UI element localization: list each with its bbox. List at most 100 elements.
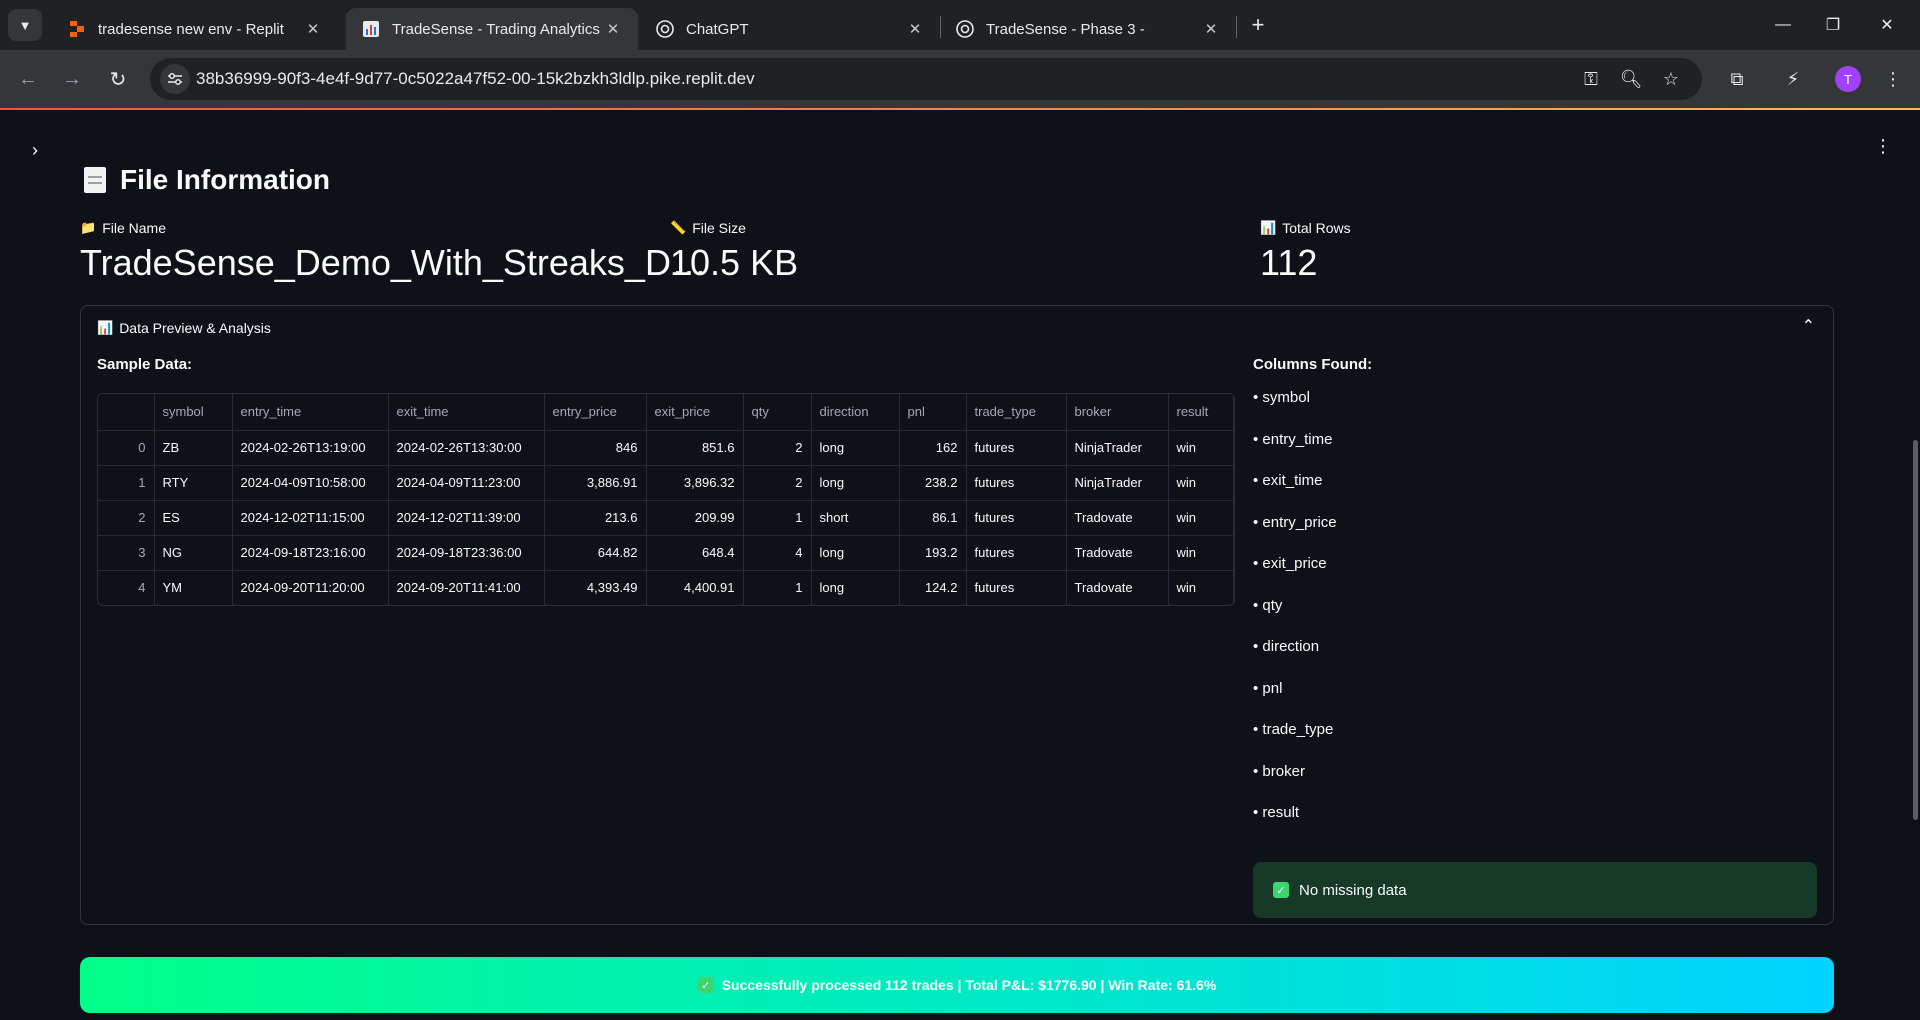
app-menu-button[interactable]: ⋮ bbox=[1874, 136, 1892, 157]
table-cell[interactable]: 1 bbox=[743, 500, 812, 536]
table-cell[interactable]: 846 bbox=[544, 430, 647, 466]
table-cell[interactable]: 2024-09-20T11:41:00 bbox=[388, 570, 545, 605]
table-cell[interactable]: 4,400.91 bbox=[646, 570, 744, 605]
table-cell[interactable]: 2024-02-26T13:19:00 bbox=[232, 430, 389, 466]
table-cell[interactable]: 209.99 bbox=[646, 500, 744, 536]
table-cell[interactable]: 2024-09-18T23:16:00 bbox=[232, 535, 389, 571]
column-header[interactable]: direction bbox=[811, 394, 900, 431]
extensions-icon[interactable]: ⧉ bbox=[1722, 64, 1752, 94]
password-key-icon[interactable]: ⚿ bbox=[1578, 67, 1604, 91]
table-cell[interactable]: long bbox=[811, 465, 900, 501]
chevron-up-icon[interactable]: ⌃ bbox=[1802, 316, 1815, 336]
table-cell[interactable]: Tradovate bbox=[1066, 570, 1169, 605]
table-cell[interactable]: win bbox=[1168, 535, 1234, 571]
table-cell[interactable]: 644.82 bbox=[544, 535, 647, 571]
table-cell[interactable]: 193.2 bbox=[899, 535, 967, 571]
table-cell[interactable]: 213.6 bbox=[544, 500, 647, 536]
table-cell[interactable]: Tradovate bbox=[1066, 535, 1169, 571]
zoom-icon[interactable]: 🔍︎ bbox=[1618, 67, 1644, 91]
table-cell[interactable]: 2024-12-02T11:39:00 bbox=[388, 500, 545, 536]
column-header[interactable]: exit_price bbox=[646, 394, 744, 431]
table-cell[interactable]: short bbox=[811, 500, 900, 536]
close-tab-icon[interactable]: ✕ bbox=[602, 18, 624, 40]
table-cell[interactable]: NinjaTrader bbox=[1066, 465, 1169, 501]
new-tab-button[interactable]: + bbox=[1245, 12, 1271, 38]
table-cell[interactable]: 2024-09-20T11:20:00 bbox=[232, 570, 389, 605]
row-index[interactable]: 0 bbox=[98, 430, 155, 466]
table-cell[interactable]: win bbox=[1168, 500, 1234, 536]
close-window-button[interactable]: ✕ bbox=[1864, 10, 1910, 40]
profile-avatar[interactable]: T bbox=[1835, 66, 1861, 92]
table-cell[interactable]: win bbox=[1168, 430, 1234, 466]
table-cell[interactable]: 2024-02-26T13:30:00 bbox=[388, 430, 545, 466]
table-cell[interactable]: 4 bbox=[743, 535, 812, 571]
table-cell[interactable]: futures bbox=[966, 535, 1067, 571]
table-cell[interactable]: ZB bbox=[154, 430, 233, 466]
column-header[interactable]: entry_time bbox=[232, 394, 389, 431]
table-cell[interactable]: 2 bbox=[743, 465, 812, 501]
column-header[interactable]: pnl bbox=[899, 394, 967, 431]
column-header[interactable]: broker bbox=[1066, 394, 1169, 431]
tab-replit[interactable]: tradesense new env - Replit ✕ bbox=[52, 8, 338, 50]
expander-header[interactable]: 📊 Data Preview & Analysis bbox=[97, 320, 271, 336]
table-cell[interactable]: long bbox=[811, 430, 900, 466]
table-cell[interactable]: 124.2 bbox=[899, 570, 967, 605]
table-cell[interactable]: RTY bbox=[154, 465, 233, 501]
column-header[interactable]: result bbox=[1168, 394, 1234, 431]
address-bar[interactable]: 38b36999-90f3-4e4f-9d77-0c5022a47f52-00-… bbox=[150, 58, 1702, 100]
table-cell[interactable]: futures bbox=[966, 465, 1067, 501]
table-cell[interactable]: 648.4 bbox=[646, 535, 744, 571]
table-cell[interactable]: 851.6 bbox=[646, 430, 744, 466]
table-cell[interactable]: 3,896.32 bbox=[646, 465, 744, 501]
row-index[interactable]: 4 bbox=[98, 570, 155, 605]
table-cell[interactable]: long bbox=[811, 535, 900, 571]
scrollbar-thumb[interactable] bbox=[1913, 440, 1918, 820]
row-index[interactable]: 1 bbox=[98, 465, 155, 501]
tab-search-button[interactable]: ▼ bbox=[8, 9, 42, 41]
close-tab-icon[interactable]: ✕ bbox=[904, 18, 926, 40]
table-cell[interactable]: 86.1 bbox=[899, 500, 967, 536]
table-cell[interactable]: ES bbox=[154, 500, 233, 536]
table-cell[interactable]: long bbox=[811, 570, 900, 605]
site-info-button[interactable] bbox=[160, 64, 190, 94]
table-cell[interactable]: 2024-04-09T11:23:00 bbox=[388, 465, 545, 501]
column-header[interactable]: qty bbox=[743, 394, 812, 431]
table-cell[interactable]: 1 bbox=[743, 570, 812, 605]
table-cell[interactable]: 2024-12-02T11:15:00 bbox=[232, 500, 389, 536]
tab-tradesense-phase3[interactable]: TradeSense - Phase 3 - ✕ bbox=[940, 8, 1236, 50]
table-cell[interactable]: futures bbox=[966, 500, 1067, 536]
restore-button[interactable]: ❐ bbox=[1810, 10, 1856, 40]
minimize-button[interactable]: — bbox=[1760, 10, 1806, 40]
table-cell[interactable]: win bbox=[1168, 570, 1234, 605]
column-header[interactable]: entry_price bbox=[544, 394, 647, 431]
table-cell[interactable]: futures bbox=[966, 570, 1067, 605]
bookmark-star-icon[interactable]: ☆ bbox=[1658, 67, 1684, 91]
reload-button[interactable]: ↻ bbox=[102, 63, 134, 95]
close-tab-icon[interactable]: ✕ bbox=[1200, 18, 1222, 40]
sample-data-table[interactable]: symbol entry_time exit_time entry_price … bbox=[97, 393, 1235, 606]
row-index[interactable]: 3 bbox=[98, 535, 155, 571]
table-cell[interactable]: 238.2 bbox=[899, 465, 967, 501]
table-cell[interactable]: Tradovate bbox=[1066, 500, 1169, 536]
table-cell[interactable]: 3,886.91 bbox=[544, 465, 647, 501]
table-cell[interactable]: 162 bbox=[899, 430, 967, 466]
close-tab-icon[interactable]: ✕ bbox=[302, 18, 324, 40]
table-cell[interactable]: 2024-09-18T23:36:00 bbox=[388, 535, 545, 571]
table-cell[interactable]: futures bbox=[966, 430, 1067, 466]
table-cell[interactable]: 4,393.49 bbox=[544, 570, 647, 605]
forward-button[interactable]: → bbox=[56, 63, 88, 95]
column-header[interactable]: exit_time bbox=[388, 394, 545, 431]
column-header[interactable]: symbol bbox=[154, 394, 233, 431]
table-cell[interactable]: NinjaTrader bbox=[1066, 430, 1169, 466]
row-index[interactable]: 2 bbox=[98, 500, 155, 536]
table-cell[interactable]: NG bbox=[154, 535, 233, 571]
sidebar-expand-button[interactable]: › bbox=[32, 140, 38, 161]
back-button[interactable]: ← bbox=[12, 63, 44, 95]
table-cell[interactable]: YM bbox=[154, 570, 233, 605]
performance-icon[interactable]: ⚡︎ bbox=[1778, 64, 1808, 94]
table-cell[interactable]: win bbox=[1168, 465, 1234, 501]
table-cell[interactable]: 2 bbox=[743, 430, 812, 466]
tab-tradesense-analytics[interactable]: TradeSense - Trading Analytics P ✕ bbox=[346, 8, 638, 50]
browser-menu-icon[interactable]: ⋮ bbox=[1878, 64, 1908, 94]
tab-chatgpt[interactable]: ChatGPT ✕ bbox=[640, 8, 940, 50]
